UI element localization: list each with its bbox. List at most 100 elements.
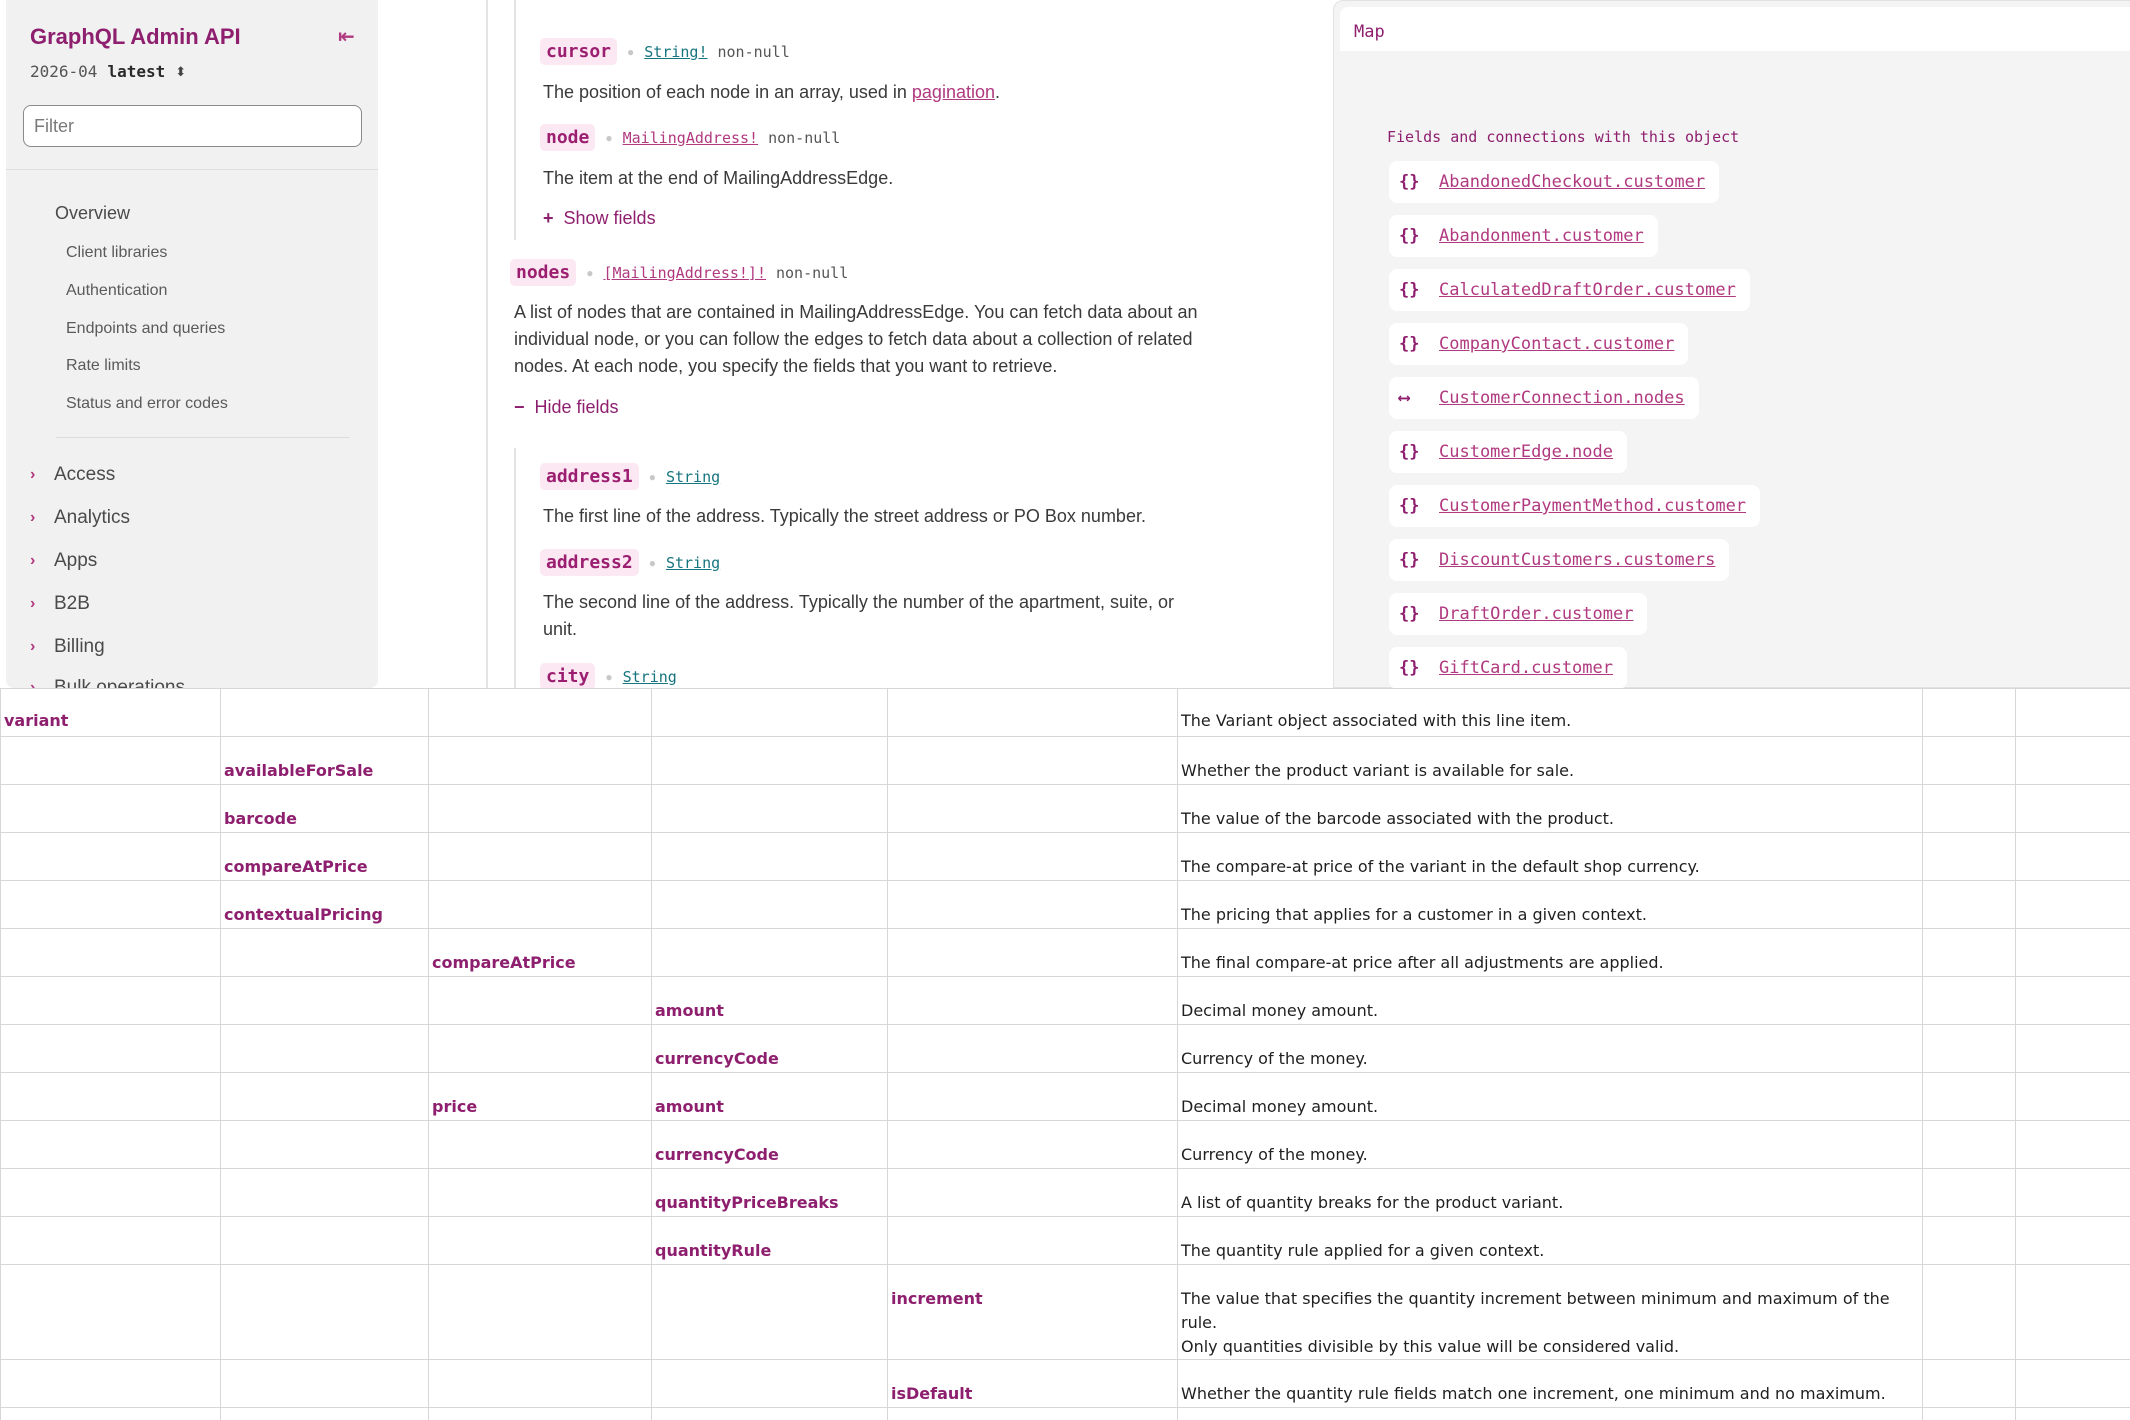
table-cell[interactable] xyxy=(220,1024,429,1073)
map-item-link[interactable]: DraftOrder.customer xyxy=(1439,604,1633,624)
table-cell[interactable] xyxy=(1922,1120,2016,1169)
field-name-cell[interactable]: currencyCode xyxy=(651,1120,888,1169)
table-cell[interactable] xyxy=(2015,1024,2130,1073)
table-cell[interactable] xyxy=(2015,928,2130,977)
nav-group-access[interactable]: › Access xyxy=(30,464,115,486)
map-item-link[interactable]: Abandonment.customer xyxy=(1439,226,1644,246)
nav-group-b2b[interactable]: › B2B xyxy=(30,593,90,615)
description-cell[interactable]: The compare-at price of the variant in t… xyxy=(1177,832,1923,881)
table-cell[interactable] xyxy=(220,1264,429,1360)
table-cell[interactable] xyxy=(1922,784,2016,833)
map-item[interactable]: {} CustomerEdge.node xyxy=(1389,431,1627,473)
table-cell[interactable] xyxy=(2015,880,2130,929)
field-name-cell[interactable]: increment xyxy=(887,1264,1178,1360)
table-cell[interactable] xyxy=(2015,784,2130,833)
table-cell[interactable] xyxy=(1922,1359,2016,1408)
table-cell[interactable] xyxy=(1922,928,2016,977)
table-cell[interactable] xyxy=(428,1407,652,1420)
table-cell[interactable] xyxy=(2015,1120,2130,1169)
version-selector[interactable]: 2026-04 latest ⬍ xyxy=(30,62,186,81)
nav-rate-limits[interactable]: Rate limits xyxy=(66,357,141,375)
nav-group-bulk-operations[interactable]: › Bulk operations xyxy=(30,677,185,688)
field-name-cell[interactable]: barcode xyxy=(220,784,429,833)
map-item-link[interactable]: AbandonedCheckout.customer xyxy=(1439,172,1705,192)
table-cell[interactable] xyxy=(0,1024,221,1073)
table-cell[interactable] xyxy=(220,1407,429,1420)
field-name-cell[interactable]: isDefault xyxy=(887,1359,1178,1408)
map-item-link[interactable]: CompanyContact.customer xyxy=(1439,334,1674,354)
type-link[interactable]: MailingAddress! xyxy=(623,129,758,147)
field-name-cell[interactable]: amount xyxy=(651,1072,888,1121)
table-cell[interactable] xyxy=(887,1216,1178,1265)
field-name-cell[interactable]: price xyxy=(428,1072,652,1121)
map-item[interactable]: {} AbandonedCheckout.customer xyxy=(1389,161,1720,203)
description-cell[interactable]: Whether the quantity rule fields match o… xyxy=(1177,1359,1923,1408)
table-cell[interactable] xyxy=(1922,832,2016,881)
table-cell[interactable] xyxy=(1922,1264,2016,1360)
table-cell[interactable] xyxy=(0,976,221,1025)
description-cell[interactable]: Decimal money amount. xyxy=(1177,1072,1923,1121)
nav-status-and-error-codes[interactable]: Status and error codes xyxy=(66,395,228,413)
table-cell[interactable] xyxy=(1922,736,2016,785)
nav-overview[interactable]: Overview xyxy=(55,203,130,224)
nav-group-apps[interactable]: › Apps xyxy=(30,550,97,572)
table-cell[interactable] xyxy=(428,1264,652,1360)
hide-fields-toggle[interactable]: − Hide fields xyxy=(514,397,619,418)
map-item[interactable]: ⟷ CustomerConnection.nodes xyxy=(1389,377,1699,419)
type-link[interactable]: [MailingAddress!]! xyxy=(603,264,766,282)
table-cell[interactable] xyxy=(0,832,221,881)
table-cell[interactable] xyxy=(220,688,429,737)
table-cell[interactable] xyxy=(1922,1168,2016,1217)
description-cell[interactable]: Whether the product variant is available… xyxy=(1177,736,1923,785)
description-cell[interactable]: An optional value that defines the highe… xyxy=(1177,1407,1923,1420)
table-cell[interactable] xyxy=(1922,976,2016,1025)
map-item[interactable]: {} CalculatedDraftOrder.customer xyxy=(1389,269,1750,311)
field-name-cell[interactable]: contextualPricing xyxy=(220,880,429,929)
table-cell[interactable] xyxy=(887,976,1178,1025)
table-cell[interactable] xyxy=(428,1216,652,1265)
pagination-link[interactable]: pagination xyxy=(912,82,995,102)
description-cell[interactable]: Decimal money amount. xyxy=(1177,976,1923,1025)
map-item[interactable]: {} CompanyContact.customer xyxy=(1389,323,1689,365)
table-cell[interactable] xyxy=(887,736,1178,785)
table-cell[interactable] xyxy=(0,928,221,977)
map-item[interactable]: {} CustomerPaymentMethod.customer xyxy=(1389,485,1761,527)
table-cell[interactable] xyxy=(428,880,652,929)
table-cell[interactable] xyxy=(887,928,1178,977)
table-cell[interactable] xyxy=(2015,976,2130,1025)
table-cell[interactable] xyxy=(1922,880,2016,929)
filter-input[interactable] xyxy=(23,105,362,147)
table-cell[interactable] xyxy=(651,784,888,833)
description-cell[interactable]: Currency of the money. xyxy=(1177,1120,1923,1169)
collapse-sidebar-icon[interactable]: ⇤ xyxy=(338,24,355,49)
table-cell[interactable] xyxy=(428,784,652,833)
map-item-link[interactable]: CalculatedDraftOrder.customer xyxy=(1439,280,1736,300)
table-cell[interactable] xyxy=(887,784,1178,833)
table-cell[interactable] xyxy=(2015,1407,2130,1420)
table-cell[interactable] xyxy=(220,1072,429,1121)
table-cell[interactable] xyxy=(2015,1216,2130,1265)
type-link[interactable]: String xyxy=(666,468,720,486)
type-link[interactable]: String xyxy=(666,554,720,572)
description-cell[interactable]: The final compare-at price after all adj… xyxy=(1177,928,1923,977)
table-cell[interactable] xyxy=(651,1359,888,1408)
table-cell[interactable] xyxy=(220,1168,429,1217)
table-cell[interactable] xyxy=(428,832,652,881)
table-cell[interactable] xyxy=(220,928,429,977)
table-cell[interactable] xyxy=(428,976,652,1025)
table-cell[interactable] xyxy=(1922,688,2016,737)
table-cell[interactable] xyxy=(220,1120,429,1169)
field-name-cell[interactable]: quantityRule xyxy=(651,1216,888,1265)
table-cell[interactable] xyxy=(651,832,888,881)
table-cell[interactable] xyxy=(428,1168,652,1217)
table-cell[interactable] xyxy=(0,1264,221,1360)
map-item[interactable]: {} Abandonment.customer xyxy=(1389,215,1658,257)
table-cell[interactable] xyxy=(2015,832,2130,881)
table-cell[interactable] xyxy=(651,1264,888,1360)
table-cell[interactable] xyxy=(2015,1168,2130,1217)
field-name-cell[interactable]: maximum xyxy=(887,1407,1178,1420)
table-cell[interactable] xyxy=(1922,1072,2016,1121)
field-name-cell[interactable]: quantityPriceBreaks xyxy=(651,1168,888,1217)
table-cell[interactable] xyxy=(651,928,888,977)
table-cell[interactable] xyxy=(0,736,221,785)
